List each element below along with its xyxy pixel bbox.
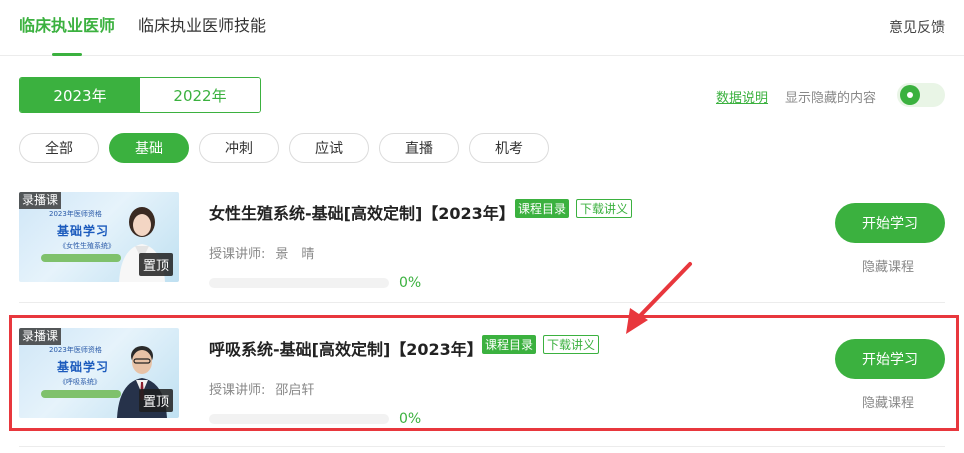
course-catalog-tag[interactable]: 课程目录 (515, 199, 570, 218)
filter-live[interactable]: 直播 (379, 133, 459, 163)
year-selector: 2023年 2022年 (19, 77, 261, 113)
progress-bar (209, 278, 389, 288)
filter-exam[interactable]: 应试 (289, 133, 369, 163)
thumbnail-caption: 2023年医师资格 (49, 210, 102, 218)
divider (19, 446, 945, 447)
filter-computer-exam[interactable]: 机考 (469, 133, 549, 163)
filter-basic[interactable]: 基础 (109, 133, 189, 163)
top-tab-bar: 临床执业医师 临床执业医师技能 意见反馈 (0, 0, 964, 56)
active-tab-underline (52, 53, 82, 56)
course-thumbnail[interactable]: 录播课 2023年医师资格 基础学习 《女性生殖系统》 置顶 (19, 192, 179, 282)
thumbnail-title: 基础学习 (57, 224, 110, 238)
tab-clinical-physician[interactable]: 临床执业医师 (19, 16, 115, 36)
show-hidden-toggle[interactable] (897, 83, 945, 107)
feedback-link[interactable]: 意见反馈 (889, 17, 945, 37)
tab-clinical-physician-skills[interactable]: 临床执业医师技能 (138, 16, 266, 36)
toggle-knob (900, 85, 920, 105)
thumbnail-subtitle: 《女性生殖系统》 (59, 242, 115, 250)
show-hidden-label: 显示隐藏的内容 (785, 91, 877, 106)
teacher-name: 景 晴 (275, 247, 315, 262)
course-title[interactable]: 女性生殖系统-基础[高效定制]【2023年】 (209, 200, 515, 224)
hide-course-link[interactable]: 隐藏课程 (862, 256, 914, 275)
teacher-info: 授课讲师: 景 晴 (209, 243, 314, 262)
download-handout-tag[interactable]: 下载讲义 (576, 199, 633, 218)
recorded-badge: 录播课 (19, 192, 62, 209)
filter-all[interactable]: 全部 (19, 133, 99, 163)
teacher-prefix: 授课讲师: (209, 247, 266, 262)
thumbnail-decoration (41, 254, 121, 262)
start-learning-button[interactable]: 开始学习 (835, 203, 945, 243)
year-option-2022[interactable]: 2022年 (140, 78, 260, 112)
filter-sprint[interactable]: 冲刺 (199, 133, 279, 163)
course-item: 录播课 2023年医师资格 基础学习 《女性生殖系统》 置顶 女性生殖系统-基础… (0, 180, 964, 300)
divider (19, 302, 945, 303)
data-note-link[interactable]: 数据说明 (716, 87, 768, 106)
annotation-arrow-icon (626, 262, 692, 334)
pin-to-top-button[interactable]: 置顶 (138, 253, 173, 276)
highlight-annotation-box (9, 315, 959, 431)
progress-percent: 0% (399, 275, 422, 291)
year-option-2023[interactable]: 2023年 (20, 78, 140, 112)
